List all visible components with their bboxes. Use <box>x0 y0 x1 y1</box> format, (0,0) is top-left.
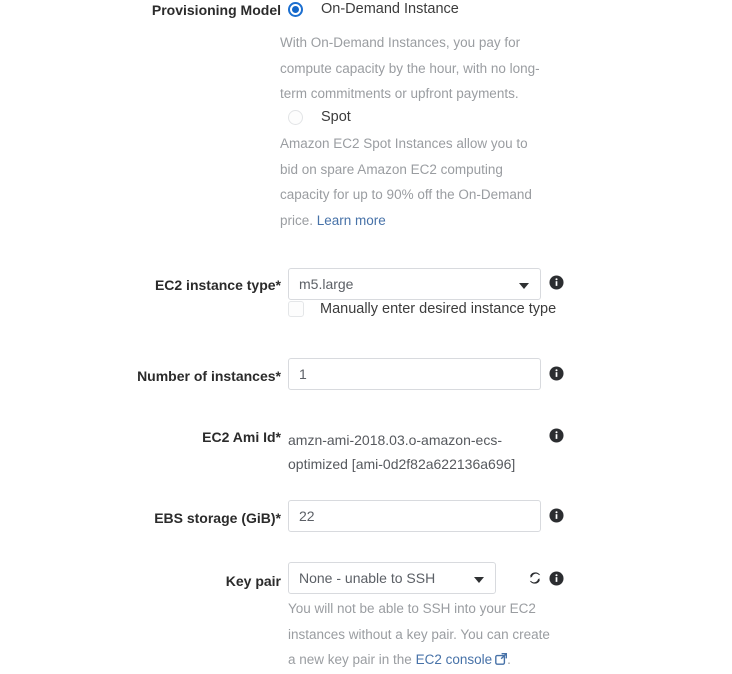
ebs-storage-value: 22 <box>299 508 315 524</box>
radio-spot-icon[interactable] <box>288 110 303 125</box>
manual-instance-type-label: Manually enter desired instance type <box>320 301 557 317</box>
ec2-console-link[interactable]: EC2 console <box>416 652 493 667</box>
provisioning-model-label: Provisioning Model <box>151 2 281 18</box>
ami-id-label: EC2 Ami Id* <box>202 429 281 445</box>
number-of-instances-info-icon[interactable] <box>549 366 564 381</box>
instance-type-select[interactable]: m5.large <box>288 268 541 300</box>
radio-spot-label: Spot <box>321 109 351 125</box>
ebs-storage-info-icon[interactable] <box>549 508 564 523</box>
key-pair-select[interactable]: None - unable to SSH <box>288 562 496 594</box>
on-demand-description: With On-Demand Instances, you pay for co… <box>280 35 540 101</box>
key-pair-help-text: You will not be able to SSH into your EC… <box>288 596 550 673</box>
number-of-instances-label: Number of instances* <box>137 368 281 384</box>
ami-id-info-icon[interactable] <box>549 428 564 443</box>
ebs-storage-label: EBS storage (GiB)* <box>154 510 281 526</box>
spot-description: Amazon EC2 Spot Instances allow you to b… <box>280 131 548 233</box>
ebs-storage-input[interactable]: 22 <box>288 500 541 532</box>
number-of-instances-value: 1 <box>299 366 307 382</box>
ec2-provisioning-form: Provisioning Model On-Demand Instance Wi… <box>0 0 732 667</box>
external-link-icon <box>495 648 508 665</box>
instance-type-value: m5.large <box>299 276 354 292</box>
key-pair-label: Key pair <box>225 573 281 589</box>
key-pair-info-icon[interactable] <box>549 571 564 586</box>
instance-type-label: EC2 instance type* <box>154 277 281 293</box>
chevron-down-icon <box>519 283 529 289</box>
number-of-instances-input[interactable]: 1 <box>288 358 541 390</box>
key-pair-value: None - unable to SSH <box>299 570 436 586</box>
radio-on-demand-icon[interactable] <box>288 2 303 17</box>
instance-type-info-icon[interactable] <box>549 275 564 290</box>
spot-learn-more-link[interactable]: Learn more <box>317 213 386 228</box>
manual-instance-type-checkbox[interactable] <box>288 301 304 317</box>
ami-id-value: amzn-ami-2018.03.o-amazon-ecs-optimized … <box>288 432 516 472</box>
key-pair-refresh-icon[interactable] <box>527 570 543 586</box>
chevron-down-icon <box>474 577 484 583</box>
radio-on-demand-label: On-Demand Instance <box>321 1 459 17</box>
key-pair-help-suffix: . <box>507 652 511 667</box>
